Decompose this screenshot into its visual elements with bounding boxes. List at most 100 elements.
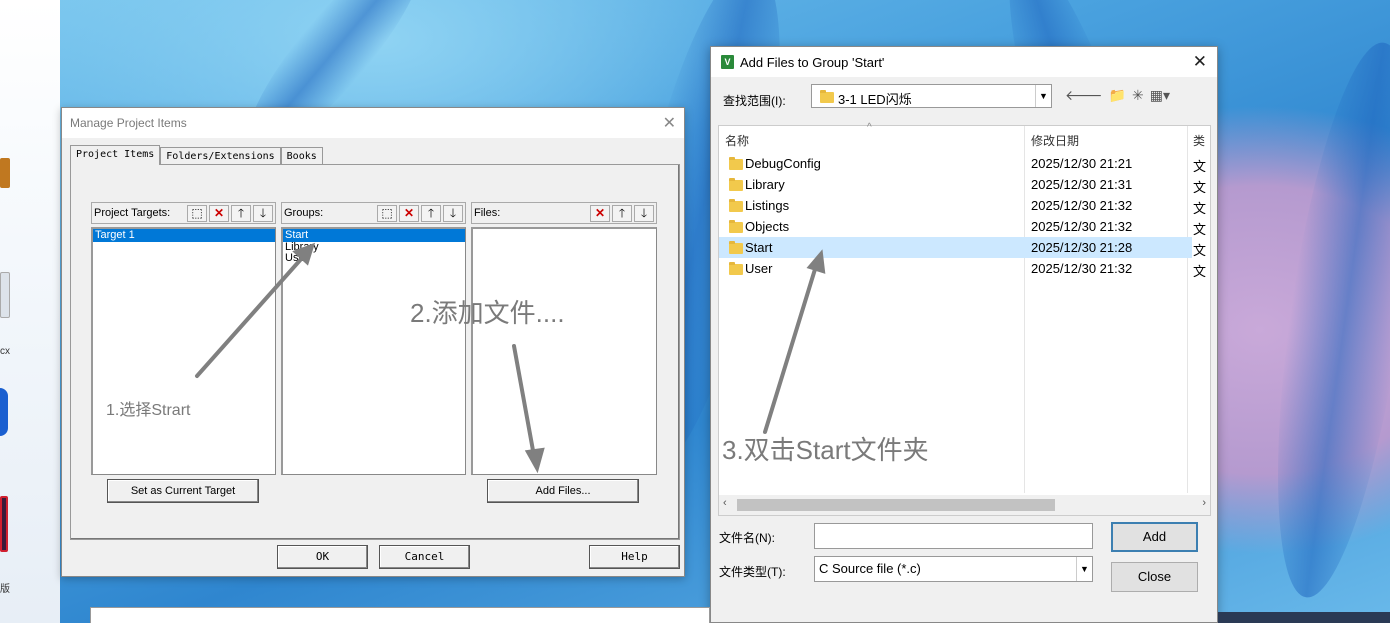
move-down-icon[interactable]: 🡓 xyxy=(253,205,273,222)
file-row-objects[interactable]: Objects 2025/12/30 21:32 文 xyxy=(719,216,1206,237)
folder-icon xyxy=(729,178,743,191)
files-column: Files: ✕ 🡑 🡓 xyxy=(471,202,657,475)
add-button[interactable]: Add xyxy=(1111,522,1198,552)
file-name: Objects xyxy=(745,219,790,234)
list-item[interactable]: Target 1 xyxy=(93,229,275,242)
folder-icon xyxy=(729,199,743,212)
file-name: Start xyxy=(745,240,773,255)
groups-label: Groups: xyxy=(284,207,324,219)
view-menu-icon[interactable]: ▦▾ xyxy=(1150,87,1170,104)
delete-icon[interactable]: ✕ xyxy=(399,205,419,222)
move-up-icon[interactable]: 🡑 xyxy=(421,205,441,222)
lookin-label: 查找范围(I): xyxy=(723,94,786,108)
project-targets-header: Project Targets: ⬚ ✕ 🡑 🡓 xyxy=(91,202,276,224)
dialog-title: Manage Project Items xyxy=(70,116,187,130)
keil-app-icon: V xyxy=(721,55,734,69)
close-icon[interactable]: ✕ xyxy=(663,113,676,133)
filetype-select[interactable]: C Source file (*.c) ▼ xyxy=(814,556,1093,582)
filetype-label: 文件类型(T): xyxy=(719,565,786,579)
dialog-titlebar: V Add Files to Group 'Start' ✕ xyxy=(711,47,1217,77)
project-targets-label: Project Targets: xyxy=(94,207,171,219)
dialog-titlebar: Manage Project Items ✕ xyxy=(62,108,684,138)
desktop-file-icon[interactable] xyxy=(0,272,10,318)
delete-icon[interactable]: ✕ xyxy=(590,205,610,222)
close-icon[interactable]: ✕ xyxy=(1193,52,1207,72)
files-list[interactable] xyxy=(471,227,657,475)
new-icon[interactable]: ⬚ xyxy=(377,205,397,222)
folder-nav-toolbar: 🡐 📁 ✳ ▦▾ xyxy=(1065,87,1170,104)
file-date: 2025/12/30 21:32 xyxy=(1031,198,1133,213)
file-date: 2025/12/30 21:32 xyxy=(1031,219,1133,234)
new-icon[interactable]: ⬚ xyxy=(187,205,207,222)
file-date: 2025/12/30 21:31 xyxy=(1031,177,1133,192)
desktop-icon-label: 版 xyxy=(0,584,10,595)
scroll-right-icon[interactable]: › xyxy=(1202,497,1206,509)
scroll-left-icon[interactable]: ‹ xyxy=(723,497,727,509)
scrollbar-thumb[interactable] xyxy=(737,499,1055,511)
ok-button[interactable]: OK xyxy=(277,545,368,569)
add-files-dialog: V Add Files to Group 'Start' ✕ 查找范围(I): … xyxy=(710,46,1218,623)
groups-list[interactable]: Start Library User xyxy=(281,227,466,475)
background-window-fragment xyxy=(1218,612,1390,623)
files-header: Files: ✕ 🡑 🡓 xyxy=(471,202,657,224)
help-button[interactable]: Help xyxy=(589,545,680,569)
add-files-button[interactable]: Add Files... xyxy=(487,479,639,503)
column-header-date[interactable]: 修改日期 xyxy=(1031,126,1079,156)
file-row-library[interactable]: Library 2025/12/30 21:31 文 xyxy=(719,174,1206,195)
chevron-down-icon[interactable]: ▼ xyxy=(1076,557,1092,581)
back-icon[interactable]: 🡐 xyxy=(1065,87,1103,104)
sort-arrow-icon: ^ xyxy=(867,122,872,133)
move-up-icon[interactable]: 🡑 xyxy=(612,205,632,222)
column-header-type[interactable]: 类 xyxy=(1193,126,1205,156)
project-targets-list[interactable]: Target 1 xyxy=(91,227,276,475)
tab-folders-extensions[interactable]: Folders/Extensions xyxy=(160,147,281,165)
filename-label: 文件名(N): xyxy=(719,531,775,545)
close-button[interactable]: Close xyxy=(1111,562,1198,592)
file-date: 2025/12/30 21:28 xyxy=(1031,240,1133,255)
file-type: 文 xyxy=(1193,180,1207,195)
filename-input[interactable] xyxy=(814,523,1093,549)
delete-icon[interactable]: ✕ xyxy=(209,205,229,222)
desktop-image-icon[interactable] xyxy=(0,496,8,552)
files-label: Files: xyxy=(474,207,501,219)
chevron-down-icon[interactable]: ▼ xyxy=(1035,85,1051,107)
folder-icon xyxy=(729,220,743,233)
file-row-debugconfig[interactable]: DebugConfig 2025/12/30 21:21 文 xyxy=(719,153,1206,174)
folder-icon xyxy=(729,241,743,254)
desktop-app-icon[interactable] xyxy=(0,158,10,188)
groups-column: Groups: ⬚ ✕ 🡑 🡓 Start Library User xyxy=(281,202,466,475)
desktop-circle-icon[interactable] xyxy=(0,388,8,436)
folder-icon xyxy=(729,157,743,170)
file-name: User xyxy=(745,261,773,276)
file-type: 文 xyxy=(1193,243,1207,258)
cancel-button[interactable]: Cancel xyxy=(379,545,470,569)
file-type: 文 xyxy=(1193,264,1207,279)
column-header-name[interactable]: 名称 xyxy=(725,126,749,156)
dialog-title: Add Files to Group 'Start' xyxy=(740,55,885,70)
file-row-start[interactable]: Start 2025/12/30 21:28 文 xyxy=(719,237,1206,258)
desktop-icon-strip: cx 版 xyxy=(0,0,60,623)
list-item[interactable]: User xyxy=(283,253,465,264)
set-current-target-button[interactable]: Set as Current Target xyxy=(107,479,259,503)
up-folder-icon[interactable]: 📁 xyxy=(1109,87,1126,104)
horizontal-scrollbar[interactable]: ‹ › xyxy=(719,495,1210,515)
move-up-icon[interactable]: 🡑 xyxy=(231,205,251,222)
tab-strip: Project Items Folders/Extensions Books xyxy=(70,145,323,165)
new-folder-icon[interactable]: ✳ xyxy=(1132,87,1144,104)
background-window-fragment[interactable] xyxy=(90,607,710,623)
move-down-icon[interactable]: 🡓 xyxy=(443,205,463,222)
file-row-user[interactable]: User 2025/12/30 21:32 文 xyxy=(719,258,1206,279)
groups-header: Groups: ⬚ ✕ 🡑 🡓 xyxy=(281,202,466,224)
file-name: Library xyxy=(745,177,785,192)
tab-books[interactable]: Books xyxy=(280,147,323,165)
move-down-icon[interactable]: 🡓 xyxy=(634,205,654,222)
annotation-step2: 2.添加文件.... xyxy=(410,298,565,328)
filetype-value: C Source file (*.c) xyxy=(819,561,921,576)
lookin-combo[interactable]: 3-1 LED闪烁 ▼ xyxy=(811,84,1052,108)
lookin-value: 3-1 LED闪烁 xyxy=(838,92,912,107)
tab-project-items[interactable]: Project Items xyxy=(70,145,161,165)
list-item[interactable]: Library xyxy=(283,242,465,253)
annotation-step1: 1.选择Strart xyxy=(106,402,191,419)
file-row-listings[interactable]: Listings 2025/12/30 21:32 文 xyxy=(719,195,1206,216)
file-name: DebugConfig xyxy=(745,156,821,171)
